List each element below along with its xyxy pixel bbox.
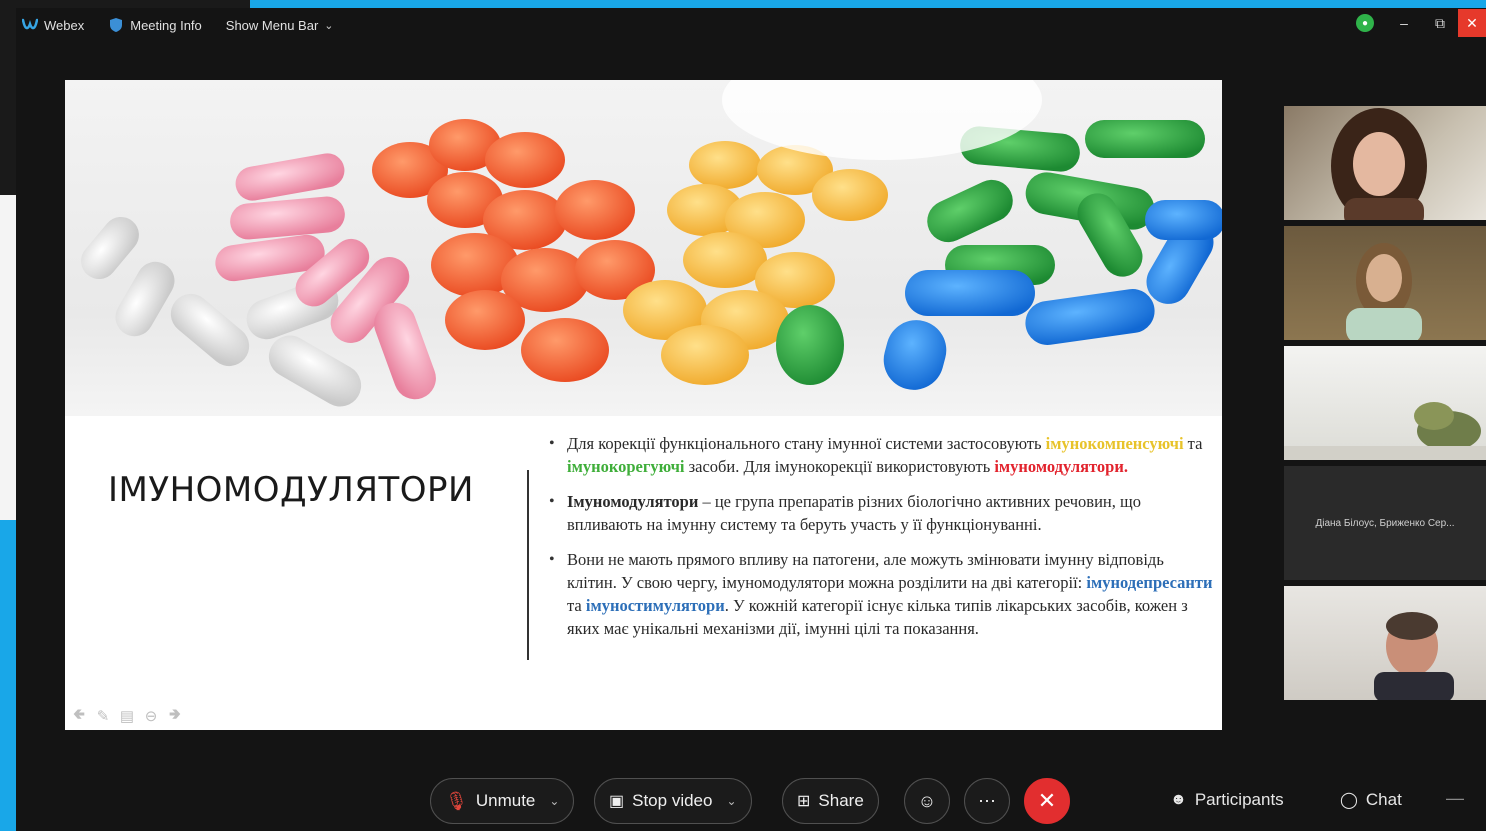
bullet-3-text-2: та [567, 596, 586, 615]
unmute-label: Unmute [475, 791, 536, 810]
term-immunocompensating: імунокомпенсуючі [1045, 434, 1184, 453]
restore-icon[interactable]: ⧉ [1422, 9, 1458, 37]
slide-navigation: 🢀 ✎ ▤ ⊖ 🢂 [69, 706, 185, 726]
window-controls: ● – ⧉ ✕ [1356, 8, 1486, 38]
show-menu-bar-label: Show Menu Bar [225, 17, 319, 33]
minimize-icon[interactable]: – [1386, 9, 1422, 37]
bullet-2-bold: Імуномодулятори [567, 492, 699, 511]
participants-button[interactable]: ☻ Participants [1170, 790, 1284, 810]
app-name: Webex [44, 17, 85, 33]
chevron-down-icon[interactable]: ⌄ [549, 794, 559, 808]
slide-divider [527, 470, 529, 660]
more-icon: ⋯ [978, 790, 996, 811]
more-options-button[interactable]: ⋯ [964, 778, 1010, 824]
slide-bullets: Для корекції функціонального стану імунн… [545, 432, 1215, 652]
participant-3-video-frame [1284, 402, 1486, 460]
reactions-button[interactable]: ☺ [904, 778, 950, 824]
show-menu-bar-button[interactable]: Show Menu Bar ⌄ [226, 18, 334, 33]
webex-window: Webex Meeting Info Show Menu Bar ⌄ ● – ⧉… [16, 8, 1486, 831]
term-immunomodulators: імуномодулятори. [994, 457, 1128, 476]
stop-video-label: Stop video [632, 791, 713, 810]
microphone-muted-icon: 🎙 [445, 790, 468, 811]
shared-presentation-slide: ІМУНОМОДУЛЯТОРИ Для корекції функціональ… [65, 80, 1222, 730]
leave-meeting-button[interactable]: ✕ [1024, 778, 1070, 824]
participants-icon: ☻ [1170, 791, 1187, 808]
participant-2-video-frame [1346, 243, 1422, 340]
slides-grid-icon[interactable]: ▤ [117, 706, 137, 726]
zoom-icon[interactable]: ⊖ [141, 706, 161, 726]
chevron-down-icon[interactable]: ⌄ [726, 794, 736, 808]
term-immunosuppressants: імунодепресанти [1086, 573, 1213, 592]
close-icon[interactable]: ✕ [1458, 9, 1486, 37]
bullet-1-text-3: засоби. Для імунокорекції використовують [684, 457, 995, 476]
participant-1-video-frame [1331, 108, 1427, 220]
info-shield-icon [108, 17, 124, 33]
chevron-down-icon: ⌄ [324, 19, 334, 32]
video-camera-icon: ▣ [609, 793, 625, 810]
meeting-controls: 🎙 Unmute ⌄ ▣ Stop video ⌄ ⊞ Share ☺ ⋯ ✕ … [16, 768, 1486, 831]
bullet-3-text: Вони не мають прямого впливу на патогени… [567, 550, 1164, 592]
participant-video-2[interactable] [1284, 226, 1486, 340]
meeting-info-button[interactable]: Meeting Info [108, 17, 202, 33]
meeting-info-label: Meeting Info [130, 17, 202, 33]
reactions-icon: ☺ [917, 790, 937, 811]
chat-button[interactable]: ◯ Chat [1340, 790, 1402, 810]
participant-names-label: Діана Білоус, Бриженко Сер... [1284, 466, 1486, 580]
chat-bubble-icon: ◯ [1340, 792, 1358, 809]
webex-app-menu[interactable]: Webex [22, 17, 84, 33]
participant-video-5[interactable] [1284, 586, 1486, 700]
connection-status-icon[interactable]: ● [1356, 14, 1374, 32]
desktop-background-left [0, 195, 16, 520]
previous-slide-icon[interactable]: 🢀 [69, 706, 89, 726]
participant-video-3[interactable] [1284, 346, 1486, 460]
pills-photo [65, 80, 1222, 416]
bullet-1-text-2: та [1183, 434, 1203, 453]
share-screen-icon: ⊞ [797, 793, 811, 810]
pills-illustration [81, 119, 1222, 407]
participant-video-strip: Діана Білоус, Бриженко Сер... [1284, 106, 1486, 706]
more-panels-icon[interactable]: — [1446, 788, 1464, 809]
participants-label: Participants [1194, 790, 1284, 809]
slide-title: ІМУНОМОДУЛЯТОРИ [108, 470, 474, 510]
close-icon: ✕ [1037, 788, 1057, 813]
bullet-1: Для корекції функціонального стану імунн… [545, 432, 1215, 478]
share-label: Share [818, 791, 864, 810]
participant-5-video-frame [1374, 612, 1454, 700]
desktop-background-top [250, 0, 1486, 8]
stop-video-button[interactable]: ▣ Stop video ⌄ [594, 778, 752, 824]
share-button[interactable]: ⊞ Share [782, 778, 879, 824]
chat-label: Chat [1365, 790, 1402, 809]
participant-name-tile[interactable]: Діана Білоус, Бриженко Сер... [1284, 466, 1486, 580]
next-slide-icon[interactable]: 🢂 [165, 706, 185, 726]
title-bar: Webex Meeting Info Show Menu Bar ⌄ ● – ⧉… [16, 8, 1486, 42]
term-immunocorrecting: імунокорегуючі [567, 457, 685, 476]
term-immunostimulators: імуностимулятори [585, 596, 725, 615]
participant-video-1[interactable] [1284, 106, 1486, 220]
bullet-3: Вони не мають прямого впливу на патогени… [545, 548, 1215, 640]
pen-icon[interactable]: ✎ [93, 706, 113, 726]
webex-logo-icon [22, 17, 38, 33]
bullet-2: Імуномодулятори – це група препаратів рі… [545, 490, 1215, 536]
bullet-1-text: Для корекції функціонального стану імунн… [567, 434, 1046, 453]
unmute-button[interactable]: 🎙 Unmute ⌄ [430, 778, 575, 824]
desktop-background-left-blue [0, 520, 16, 831]
